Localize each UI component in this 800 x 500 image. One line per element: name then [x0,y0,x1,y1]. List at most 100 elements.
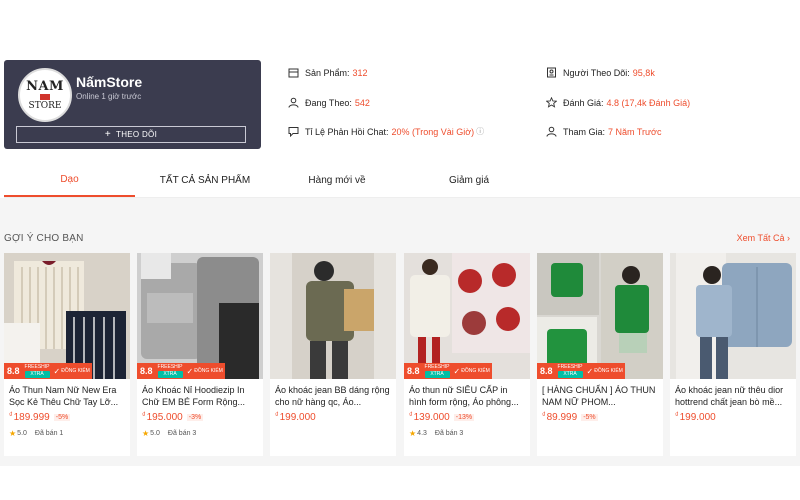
product-card[interactable]: 8.8 FREESHIP XTRA ✓ ĐỒNG KIỂM Áo thun nữ S… [404,253,530,456]
shop-avatar[interactable]: NAM STORE [18,68,72,122]
stat-following: Đang Theo: 542 [288,97,370,108]
product-name[interactable]: Áo khoác jean BB dáng rộng cho nữ hàng q… [275,384,391,408]
product-image[interactable]: 8.8 FREESHIP XTRA ✓ ĐỒNG KIỂM [537,253,663,379]
plus-icon: + [104,129,112,140]
product-sold: Đã bán 1 [34,430,64,437]
star-icon: ★ [409,429,417,438]
tab-new-arrivals[interactable]: Hàng mới về [272,164,402,197]
stat-following-label: Đang Theo: [305,97,352,108]
product-price-value: 189.999 [13,412,50,423]
product-rating: 5.0 [150,430,160,437]
sale-badge-text: 8.8 [4,363,23,379]
sale-badge: 8.8 FREESHIP XTRA ✓ ĐỒNG KIỂM [404,363,492,379]
discount-badge: -13% [453,414,475,421]
freeship-text: FREESHIP [24,364,50,370]
star-icon: ★ [9,429,17,438]
stat-followers: Người Theo Dõi: 95,8k [546,67,655,78]
product-price-value: 89.999 [546,412,578,423]
product-image[interactable] [270,253,396,379]
product-price-row: ₫199.000 [275,412,391,423]
currency-symbol: ₫ [142,412,146,419]
dong-kiem-badge: ✓ ĐỒNG KIỂM [584,363,625,379]
product-name[interactable]: Áo khoác jean nữ thêu dior hottrend chất… [675,384,791,408]
stat-rating: Đánh Giá: 4.8 (17,4k Đánh Giá) [546,97,690,108]
stat-followers-label: Người Theo Dõi: [563,67,630,78]
info-icon[interactable]: ⓘ [476,126,484,137]
product-price-row: ₫139.000 -13% [409,412,525,423]
product-name[interactable]: Áo thun nữ SIÊU CẤP in hình form rộng, Á… [409,384,525,408]
shop-logo-mark [40,93,50,100]
dong-kiem-badge: ✓ ĐỒNG KIỂM [451,363,492,379]
freeship-chip: XTRA [557,371,583,378]
user-icon [288,97,299,108]
sale-badge: 8.8 FREESHIP XTRA ✓ ĐỒNG KIỂM [4,363,92,379]
user-joined-icon [546,126,557,137]
product-meta: ★ 5.0 Đã bán 1 [9,429,125,438]
stat-joined-label: Tham Gia: [563,126,606,137]
product-name[interactable]: Áo Thun Nam Nữ New Era Sọc Kẻ Thêu Chữ T… [9,384,125,408]
chevron-right-icon: › [787,233,790,243]
currency-symbol: ₫ [275,412,279,419]
follow-button-label: THEO DÕI [116,130,158,139]
product-rating: 5.0 [17,430,27,437]
star-icon [546,97,557,108]
dong-kiem-text: ĐỒNG KIỂM [61,367,90,374]
currency-symbol: ₫ [542,412,546,419]
tab-all-products[interactable]: TẤT CẢ SẢN PHẨM [140,164,270,197]
freeship-text: FREESHIP [557,364,583,370]
followers-icon [546,67,557,78]
shop-tabs: Dạo TẤT CẢ SẢN PHẨM Hàng mới về Giảm giá [4,164,800,198]
stat-products-value: 312 [352,67,368,78]
chat-icon [288,126,299,137]
tab-sale[interactable]: Giảm giá [404,164,534,197]
stat-products: Sản Phẩm: 312 [288,67,368,78]
stat-chat: Tỉ Lệ Phản Hồi Chat: 20% (Trong Vài Giờ)… [288,126,484,137]
shop-logo-subtext: STORE [28,100,62,111]
product-card[interactable]: 8.8 FREESHIP XTRA ✓ ĐỒNG KIỂM Áo Thun Nam … [4,253,130,456]
star-icon: ★ [142,429,150,438]
see-all-label: Xem Tất Cả [736,233,785,243]
product-meta: ★ 4.3 Đã bán 3 [409,429,525,438]
product-price-value: 199.000 [279,412,316,423]
product-card[interactable]: 8.8 FREESHIP XTRA ✓ ĐỒNG KIỂM Áo Khoác Nỉ … [137,253,263,456]
dong-kiem-text: ĐỒNG KIỂM [594,367,623,374]
shop-card: NAM STORE NấmStore Online 1 giờ trước + … [4,60,261,149]
freeship-badge: FREESHIP XTRA [422,363,452,379]
discount-badge: -5% [53,414,71,421]
stat-joined: Tham Gia: 7 Năm Trước [546,126,661,137]
discount-badge: -3% [186,414,204,421]
currency-symbol: ₫ [409,412,413,419]
product-card[interactable]: Áo khoác jean nữ thêu dior hottrend chất… [670,253,796,456]
currency-symbol: ₫ [9,412,13,419]
follow-button[interactable]: + THEO DÕI [16,126,246,143]
product-card[interactable]: Áo khoác jean BB dáng rộng cho nữ hàng q… [270,253,396,456]
stat-rating-value: 4.8 (17,4k Đánh Giá) [606,97,691,108]
product-name[interactable]: [ HÀNG CHUẨN ] ÁO THUN NAM NỮ PHOM... [542,384,658,408]
stat-joined-value: 7 Năm Trước [608,126,662,137]
product-image[interactable] [670,253,796,379]
product-price: ₫195.000 [142,412,183,423]
product-image[interactable]: 8.8 FREESHIP XTRA ✓ ĐỒNG KIỂM [4,253,130,379]
product-name[interactable]: Áo Khoác Nỉ Hoodiezip In Chữ EM BÉ Form … [142,384,258,408]
recommend-section: GỢI Ý CHO BẠN Xem Tất Cả › 8.8 FREESHIP … [0,198,800,466]
product-price-row: ₫199.000 [675,412,791,423]
stat-chat-label: Tỉ Lệ Phản Hồi Chat: [305,126,389,137]
sale-badge-text: 8.8 [404,363,423,379]
stat-followers-value: 95,8k [632,67,655,78]
dong-kiem-badge: ✓ ĐỒNG KIỂM [184,363,225,379]
see-all-link[interactable]: Xem Tất Cả › [737,233,790,243]
freeship-chip: XTRA [24,371,50,378]
product-image[interactable]: 8.8 FREESHIP XTRA ✓ ĐỒNG KIỂM [137,253,263,379]
product-image[interactable]: 8.8 FREESHIP XTRA ✓ ĐỒNG KIỂM [404,253,530,379]
shop-name[interactable]: NấmStore [76,74,142,90]
dong-kiem-badge: ✓ ĐỒNG KIỂM [51,363,92,379]
product-price: ₫199.000 [275,412,316,423]
freeship-badge: FREESHIP XTRA [155,363,185,379]
freeship-chip: XTRA [157,371,183,378]
freeship-badge: FREESHIP XTRA [555,363,585,379]
product-card[interactable]: 8.8 FREESHIP XTRA ✓ ĐỒNG KIỂM [ HÀNG CHUẨN… [537,253,663,456]
store-icon [288,67,299,78]
product-price-row: ₫89.999 -5% [542,412,658,423]
sale-badge-text: 8.8 [137,363,156,379]
tab-dao[interactable]: Dạo [4,164,135,197]
